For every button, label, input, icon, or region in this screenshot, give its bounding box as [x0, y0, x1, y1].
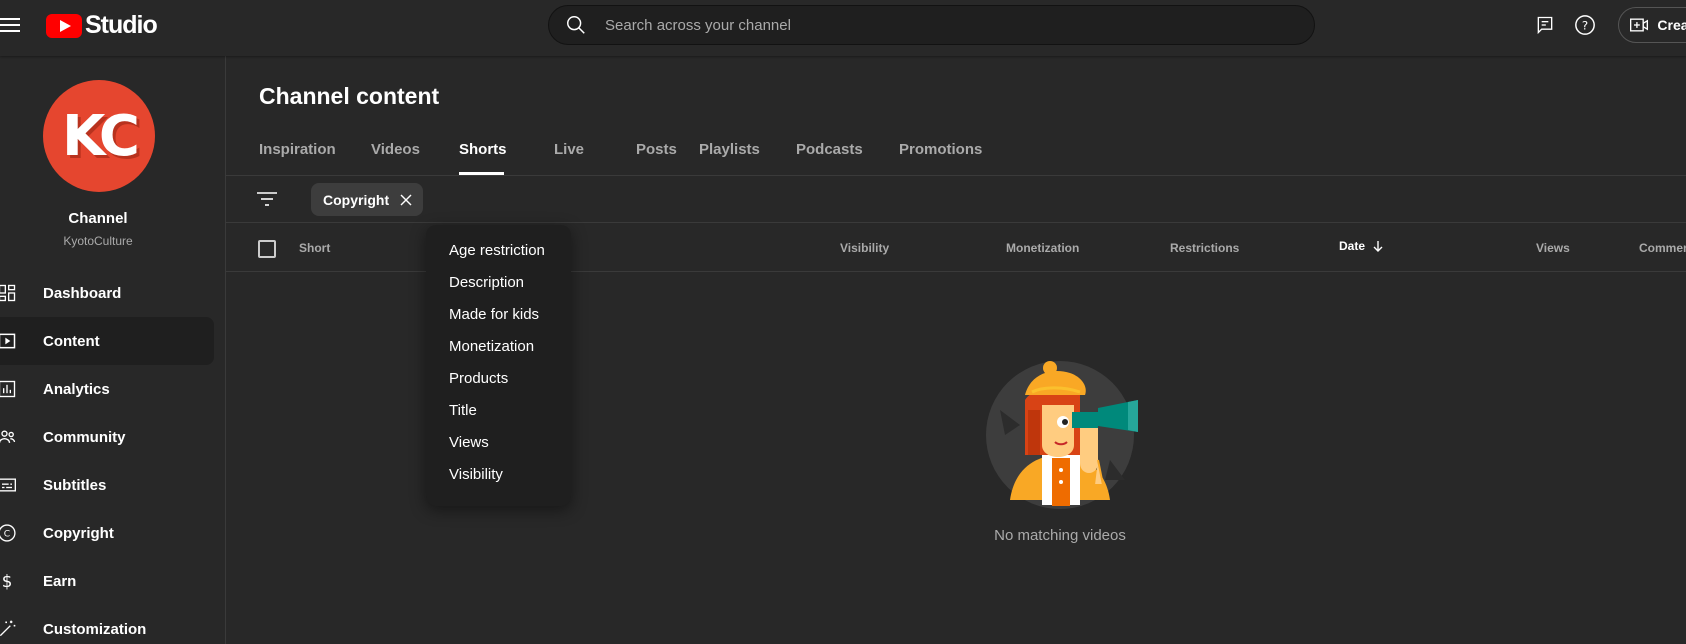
menu-item-age-restriction[interactable]: Age restriction	[426, 235, 571, 267]
sidebar-item-label: Copyright	[43, 524, 114, 542]
sidebar-item-label: Customization	[43, 620, 147, 638]
tab-live[interactable]: Live	[554, 130, 636, 175]
column-views[interactable]: Views	[1536, 241, 1570, 255]
menu-item-products[interactable]: Products	[426, 363, 571, 395]
sidebar: KC Channel KyotoCulture Dashboard Conten…	[0, 56, 226, 644]
top-bar: Studio ? Create	[0, 0, 1686, 56]
tab-videos[interactable]: Videos	[371, 130, 459, 175]
menu-item-description[interactable]: Description	[426, 267, 571, 299]
sidebar-item-label: Dashboard	[43, 284, 122, 302]
help-icon[interactable]: ?	[1570, 10, 1600, 40]
tab-promotions[interactable]: Promotions	[899, 130, 999, 175]
menu-item-made-for-kids[interactable]: Made for kids	[426, 299, 571, 331]
dashboard-icon	[0, 282, 18, 304]
column-short[interactable]: Short	[299, 241, 330, 255]
channel-avatar[interactable]: KC	[43, 80, 155, 192]
magic-wand-icon	[0, 618, 18, 640]
close-icon[interactable]	[399, 193, 413, 207]
subtitles-icon	[0, 474, 18, 496]
sidebar-item-subtitles[interactable]: Subtitles	[0, 461, 226, 509]
create-button[interactable]: Create	[1618, 7, 1686, 43]
channel-handle: KyotoCulture	[63, 234, 133, 248]
empty-state-illustration	[986, 361, 1138, 509]
menu-item-title[interactable]: Title	[426, 395, 571, 427]
select-all-checkbox[interactable]	[258, 240, 276, 258]
sidebar-nav: Dashboard Content Analytics Community Su…	[0, 269, 226, 644]
menu-item-views[interactable]: Views	[426, 427, 571, 459]
sidebar-item-analytics[interactable]: Analytics	[0, 365, 226, 413]
column-date[interactable]: Date	[1339, 239, 1385, 253]
filter-chip-copyright[interactable]: Copyright	[311, 183, 424, 216]
sidebar-item-content[interactable]: Content	[0, 317, 214, 365]
svg-text:?: ?	[1582, 19, 1588, 33]
column-visibility[interactable]: Visibility	[840, 241, 889, 255]
tab-posts[interactable]: Posts	[636, 130, 699, 175]
sidebar-item-label: Subtitles	[43, 476, 107, 494]
menu-item-monetization[interactable]: Monetization	[426, 331, 571, 363]
svg-text:$: $	[2, 572, 13, 591]
menu-icon[interactable]	[0, 14, 20, 34]
filter-bar: Copyright	[226, 176, 1686, 223]
logo-text: Studio	[85, 11, 158, 39]
dollar-icon: $	[0, 570, 18, 592]
youtube-play-icon	[46, 13, 82, 38]
sidebar-item-label: Earn	[43, 572, 77, 590]
search-icon	[567, 16, 585, 34]
sidebar-item-customization[interactable]: Customization	[0, 605, 226, 644]
sidebar-item-community[interactable]: Community	[0, 413, 226, 461]
svg-text:C: C	[4, 528, 10, 539]
feedback-icon[interactable]	[1530, 10, 1560, 40]
avatar-initials: KC	[62, 103, 140, 169]
column-restrictions[interactable]: Restrictions	[1170, 241, 1239, 255]
tab-playlists[interactable]: Playlists	[699, 130, 796, 175]
content-icon	[0, 330, 18, 352]
content-tabs: Inspiration Videos Shorts Live Posts Pla…	[259, 130, 999, 175]
sidebar-item-label: Content	[43, 332, 100, 350]
filter-dropdown: Age restriction Description Made for kid…	[426, 225, 571, 506]
channel-label: Channel	[68, 210, 128, 227]
tab-podcasts[interactable]: Podcasts	[796, 130, 899, 175]
create-label: Create	[1657, 17, 1686, 33]
sidebar-item-earn[interactable]: $ Earn	[0, 557, 226, 605]
page-title: Channel content	[259, 83, 440, 109]
sidebar-item-dashboard[interactable]: Dashboard	[0, 269, 226, 317]
empty-state-text: No matching videos	[994, 527, 1126, 544]
add-video-icon	[1630, 18, 1649, 32]
sidebar-item-label: Analytics	[43, 380, 110, 398]
column-date-label: Date	[1339, 239, 1366, 253]
sidebar-item-label: Community	[43, 428, 126, 446]
filter-icon[interactable]	[256, 190, 278, 208]
menu-item-visibility[interactable]: Visibility	[426, 459, 571, 491]
search-bar[interactable]	[548, 5, 1315, 45]
tab-inspiration[interactable]: Inspiration	[259, 130, 371, 175]
sidebar-item-copyright[interactable]: C Copyright	[0, 509, 226, 557]
copyright-icon: C	[0, 522, 18, 544]
analytics-icon	[0, 378, 18, 400]
filter-chip-label: Copyright	[323, 191, 390, 208]
column-monetization[interactable]: Monetization	[1006, 241, 1079, 255]
studio-logo[interactable]: Studio	[46, 11, 158, 40]
column-comments[interactable]: Commen	[1639, 241, 1686, 255]
search-input[interactable]	[605, 16, 1285, 34]
arrow-down-icon	[1373, 241, 1383, 252]
tab-shorts[interactable]: Shorts	[459, 130, 507, 175]
community-icon	[0, 426, 18, 448]
